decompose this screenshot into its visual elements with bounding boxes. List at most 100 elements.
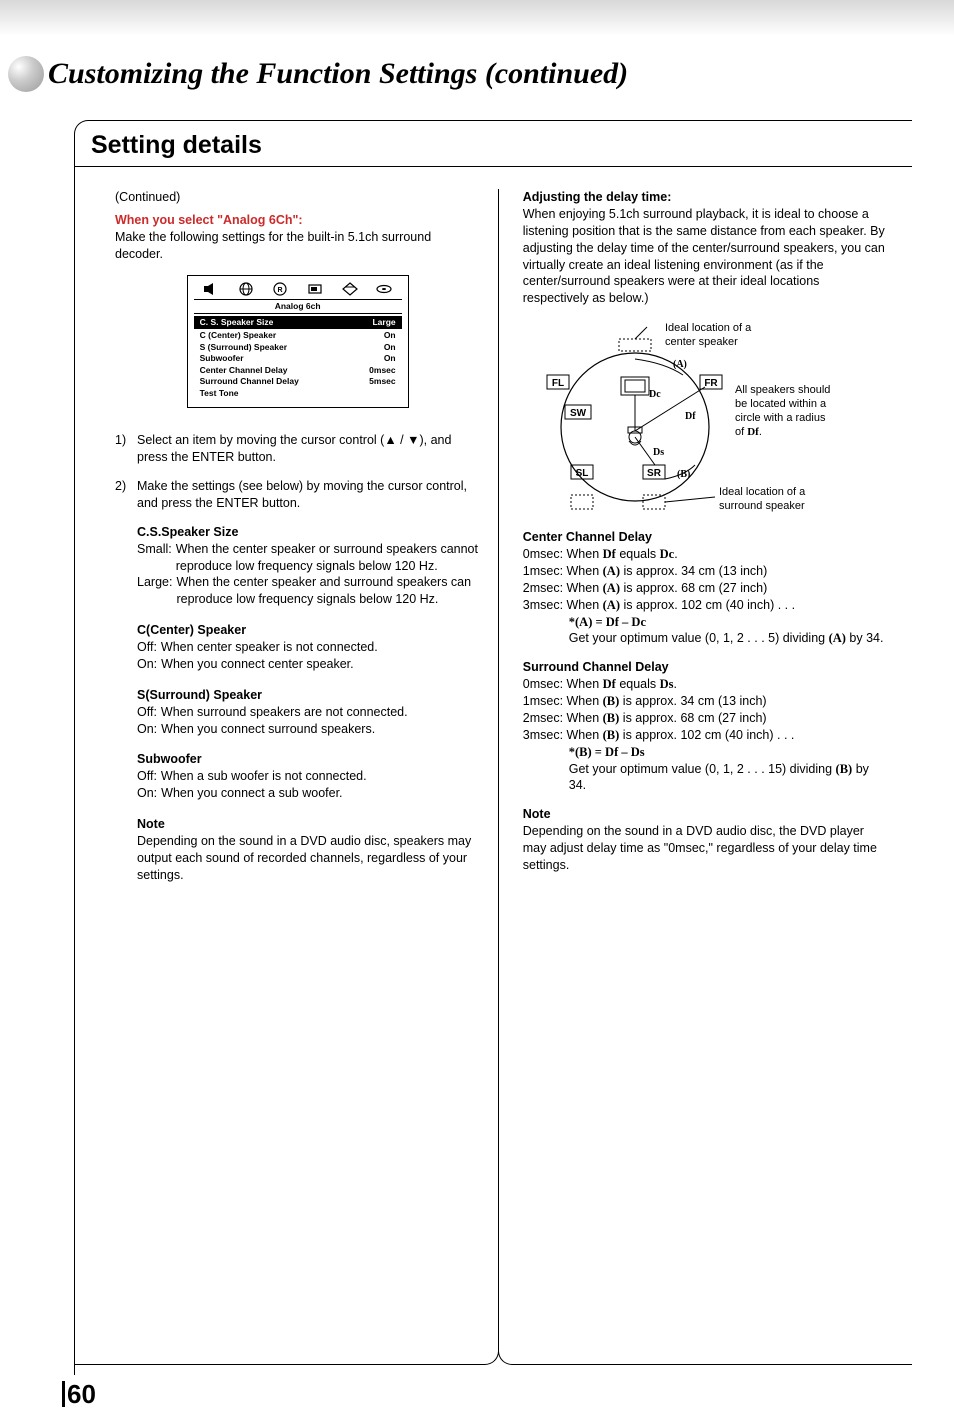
text: equals [616,677,660,691]
svg-text:Ideal location of a: Ideal location of a [719,486,806,498]
option-text: When the center speaker or surround spea… [176,541,481,575]
top-gradient [0,0,954,36]
center-off: Off:When center speaker is not connected… [137,639,480,656]
adjusting-heading: Adjusting the delay time: [523,189,888,206]
var-df: Df [603,547,616,561]
analog-6ch-text: Make the following settings for the buil… [115,229,480,263]
analog-6ch-heading: When you select "Analog 6Ch": [115,212,480,229]
var-df: Df [603,677,616,691]
svg-text:center speaker: center speaker [665,336,738,348]
svg-text:(A): (A) [673,359,687,370]
osd-label: Test Tone [200,388,239,399]
osd-label: S (Surround) Speaker [200,342,287,353]
text: 3msec: When [523,728,603,742]
scd-line-2: 2msec: When (B) is approx. 68 cm (27 inc… [523,710,888,727]
step-number: 1) [115,432,137,466]
text: is approx. 68 cm (27 inch) [620,581,767,595]
var-b: (B) [603,728,620,742]
text: 2msec: When [523,711,603,725]
css-small: Small:When the center speaker or surroun… [137,541,480,575]
page-number-bar [62,1381,65,1407]
ccd-line-0: 0msec: When Df equals Dc. [523,546,888,563]
option-label: Small: [137,541,172,575]
page-header: Customizing the Function Settings (conti… [0,36,954,98]
option-label: Off: [137,639,157,656]
step-text: Select an item by moving the cursor cont… [137,432,480,466]
osd-row: Surround Channel Delay5msec [194,376,402,387]
svg-text:Ds: Ds [653,447,664,458]
left-column: (Continued) When you select "Analog 6Ch"… [75,189,499,1365]
osd-row: Test Tone [194,388,402,399]
two-column-content: (Continued) When you select "Analog 6Ch"… [75,167,912,1365]
osd-value: 5msec [369,376,395,387]
step-text: Make the settings (see below) by moving … [137,478,480,512]
css-heading: C.S.Speaker Size [137,524,480,541]
scd-line-0: 0msec: When Df equals Ds. [523,676,888,693]
svg-text:FR: FR [705,378,719,389]
text: is approx. 34 cm (13 inch) [620,564,767,578]
svg-text:All speakers should: All speakers should [735,384,830,396]
text: Get your optimum value (0, 1, 2 . . . 15… [569,762,836,776]
svg-text:be located within a: be located within a [735,398,827,410]
svg-text:SW: SW [570,408,587,419]
svg-text:FL: FL [552,378,564,389]
center-on: On:When you connect center speaker. [137,656,480,673]
option-label: On: [137,785,157,802]
text: is approx. 102 cm (40 inch) . . . [619,728,794,742]
text: 0msec: When [523,547,603,561]
text: 0msec: When [523,677,603,691]
ccd-heading: Center Channel Delay [523,529,888,546]
sub-off: Off:When a sub woofer is not connected. [137,768,480,785]
page-number: 60 [0,1375,954,1410]
svg-text:SL: SL [576,468,589,479]
surround-off: Off:When surround speakers are not conne… [137,704,480,721]
scd-heading: Surround Channel Delay [523,659,888,676]
svg-text:circle with a radius: circle with a radius [735,412,826,424]
option-text: When the center speaker and surround spe… [176,574,480,608]
continued-label: (Continued) [115,189,480,206]
svg-text:of Df.: of Df. [735,426,762,438]
sub-on: On:When you connect a sub woofer. [137,785,480,802]
osd-row: C (Center) SpeakerOn [194,330,402,341]
sub-heading: Subwoofer [137,751,480,768]
osd-value: Large [372,317,395,328]
right-note-heading: Note [523,806,888,823]
svg-text:R: R [278,287,283,294]
right-note-text: Depending on the sound in a DVD audio di… [523,823,888,874]
ccd-line-2: 2msec: When (A) is approx. 68 cm (27 inc… [523,580,888,597]
osd-value: On [384,353,396,364]
option-text: When you connect surround speakers. [161,721,375,738]
scd-line-1: 1msec: When (B) is approx. 34 cm (13 inc… [523,693,888,710]
var-a: (A) [603,564,620,578]
ccd-optimum: Get your optimum value (0, 1, 2 . . . 5)… [523,630,888,647]
scd-line-3: 3msec: When (B) is approx. 102 cm (40 in… [523,727,888,744]
option-text: When you connect a sub woofer. [161,785,342,802]
osd-row: C. S. Speaker Size Large [194,316,402,329]
text: equals [616,547,660,561]
option-label: On: [137,721,157,738]
ccd-line-1: 1msec: When (A) is approx. 34 cm (13 inc… [523,563,888,580]
text: 1msec: When [523,564,603,578]
page-title: Customizing the Function Settings (conti… [48,57,628,91]
text: is approx. 34 cm (13 inch) [619,694,766,708]
adjusting-text: When enjoying 5.1ch surround playback, i… [523,206,888,307]
option-text: When center speaker is not connected. [161,639,378,656]
osd-value: On [384,342,396,353]
svg-text:Dc: Dc [649,389,661,400]
step-number: 2) [115,478,137,512]
svg-text:(B): (B) [677,469,690,480]
note-text: Depending on the sound in a DVD audio di… [137,833,480,884]
step-2: 2) Make the settings (see below) by movi… [115,478,480,512]
osd-label: C. S. Speaker Size [200,317,274,328]
right-column: Adjusting the delay time: When enjoying … [498,189,912,1365]
text: 1msec: When [523,694,603,708]
note-heading: Note [137,816,480,833]
section-heading: Setting details [75,121,912,167]
option-label: Large: [137,574,172,608]
text: Get your optimum value (0, 1, 2 . . . 5)… [569,631,829,645]
osd-row: SubwooferOn [194,353,402,364]
osd-value: On [384,330,396,341]
ccd-line-3: 3msec: When (A) is approx. 102 cm (40 in… [523,597,888,614]
scd-optimum: Get your optimum value (0, 1, 2 . . . 15… [523,761,888,795]
tv-icon [307,282,323,296]
